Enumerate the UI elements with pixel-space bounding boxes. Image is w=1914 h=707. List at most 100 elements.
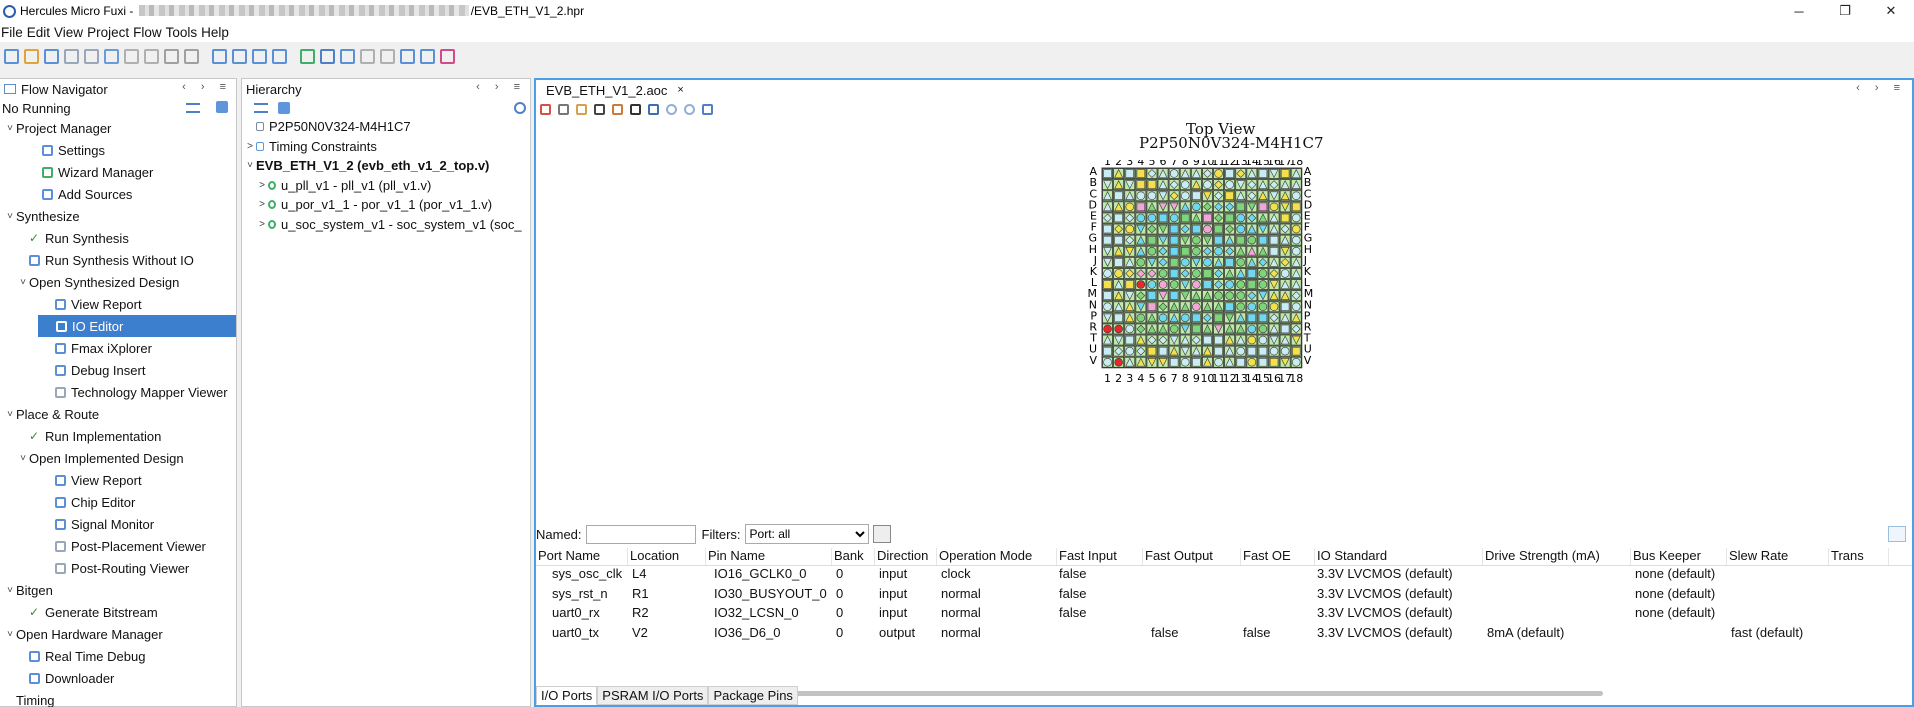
- pan-icon[interactable]: [558, 103, 569, 115]
- table-cell[interactable]: none (default): [1631, 566, 1727, 586]
- table-cell[interactable]: 8mA (default): [1483, 625, 1631, 645]
- expand-caret-icon[interactable]: ˅: [4, 123, 16, 134]
- table-cell[interactable]: 0: [832, 605, 875, 625]
- download-icon[interactable]: [420, 48, 435, 64]
- table-cell[interactable]: [1241, 605, 1315, 625]
- table-cell[interactable]: [1241, 586, 1315, 606]
- flow-item-downloader[interactable]: Downloader: [0, 667, 236, 689]
- table-cell[interactable]: IO30_BUSYOUT_0: [706, 586, 832, 606]
- panel-nav-icon[interactable]: ‹ › ≡: [476, 81, 526, 93]
- column-header-fast-input[interactable]: Fast Input: [1057, 548, 1143, 565]
- table-row[interactable]: uart0_rx R2 IO32_LCSN_0 0 input normal false 3.…: [536, 605, 1912, 625]
- info-icon[interactable]: [630, 103, 641, 115]
- table-cell[interactable]: [1143, 605, 1241, 625]
- sync-icon[interactable]: [514, 102, 526, 114]
- table-cell[interactable]: uart0_rx: [536, 605, 628, 625]
- table-cell[interactable]: input: [875, 566, 937, 586]
- close-tab-icon[interactable]: ×: [677, 84, 683, 96]
- table-cell[interactable]: [1057, 625, 1143, 645]
- table-cell[interactable]: false: [1241, 625, 1315, 645]
- flow-item-settings[interactable]: Settings: [0, 139, 236, 161]
- table-cell[interactable]: 0: [832, 586, 875, 606]
- table-cell[interactable]: [1241, 566, 1315, 586]
- table-cell[interactable]: 0: [832, 566, 875, 586]
- open-folder-icon[interactable]: [24, 48, 39, 64]
- table-cell[interactable]: [1483, 605, 1631, 625]
- hierarchy-item[interactable]: P2P50N0V324-M4H1C7: [242, 117, 530, 137]
- table-cell[interactable]: clock: [937, 566, 1057, 586]
- open-project-icon[interactable]: [44, 48, 59, 64]
- hierarchy-item[interactable]: > Timing Constraints: [242, 137, 530, 157]
- flow-item-open-hardware-manager[interactable]: ˅ Open Hardware Manager: [0, 623, 236, 645]
- menu-flow[interactable]: Flow: [132, 25, 165, 40]
- table-cell[interactable]: 3.3V LVCMOS (default): [1315, 566, 1483, 586]
- fit-icon[interactable]: [702, 103, 713, 115]
- table-cell[interactable]: [1727, 605, 1829, 625]
- column-header-fast-output[interactable]: Fast Output: [1143, 548, 1241, 565]
- flow-item-chip-editor[interactable]: Chip Editor: [0, 491, 236, 513]
- flow-item-project-manager[interactable]: ˅ Project Manager: [0, 117, 236, 139]
- flow-item-place-route[interactable]: ˅ Place & Route: [0, 403, 236, 425]
- select-icon[interactable]: [540, 103, 551, 115]
- table-row[interactable]: sys_rst_n R1 IO30_BUSYOUT_0 0 input normal fal…: [536, 586, 1912, 606]
- column-header-fast-oe[interactable]: Fast OE: [1241, 548, 1315, 565]
- table-cell[interactable]: [1829, 586, 1889, 606]
- flow-item-timing[interactable]: Timing: [0, 689, 236, 707]
- flow-item-post-placement-viewer[interactable]: Post-Placement Viewer: [0, 535, 236, 557]
- tab-io-ports[interactable]: I/O Ports: [536, 686, 598, 705]
- flow-item-debug-insert[interactable]: Debug Insert: [0, 359, 236, 381]
- filter-select[interactable]: Port: all: [744, 524, 869, 544]
- table-cell[interactable]: false: [1057, 586, 1143, 606]
- expand-caret-icon[interactable]: >: [244, 141, 256, 152]
- undo-icon[interactable]: [124, 48, 139, 64]
- hierarchy-item[interactable]: ˅ EVB_ETH_V1_2 (evb_eth_v1_2_top.v): [242, 156, 530, 176]
- table-cell[interactable]: 3.3V LVCMOS (default): [1315, 586, 1483, 606]
- flow-item-fmax-ixplorer[interactable]: Fmax iXplorer: [0, 337, 236, 359]
- chip-icon[interactable]: [252, 48, 267, 64]
- flow-item-wizard-manager[interactable]: Wizard Manager: [0, 161, 236, 183]
- column-header-bank[interactable]: Bank: [832, 548, 875, 565]
- table-cell[interactable]: 3.3V LVCMOS (default): [1315, 605, 1483, 625]
- table-cell[interactable]: normal: [937, 605, 1057, 625]
- measure-icon[interactable]: [612, 103, 623, 115]
- implement-icon[interactable]: [232, 48, 247, 64]
- flow-item-open-synthesized-design[interactable]: ˅ Open Synthesized Design: [0, 271, 236, 293]
- table-cell[interactable]: false: [1143, 625, 1241, 645]
- flow-item-real-time-debug[interactable]: Real Time Debug: [0, 645, 236, 667]
- table-cell[interactable]: uart0_tx: [536, 625, 628, 645]
- pin-grid[interactable]: 1122334455667788991010111112121313141415…: [536, 160, 1912, 460]
- expand-caret-icon[interactable]: ˅: [17, 277, 29, 288]
- column-header-operation-mode[interactable]: Operation Mode: [937, 548, 1057, 565]
- table-cell[interactable]: sys_osc_clk: [536, 566, 628, 586]
- flow-item-signal-monitor[interactable]: Signal Monitor: [0, 513, 236, 535]
- table-settings-button[interactable]: [1888, 526, 1906, 542]
- table-cell[interactable]: false: [1057, 605, 1143, 625]
- flow-item-run-synthesis[interactable]: ✓ Run Synthesis: [0, 227, 236, 249]
- column-header-slew-rate[interactable]: Slew Rate: [1727, 548, 1829, 565]
- expand-caret-icon[interactable]: ˅: [17, 453, 29, 464]
- table-cell[interactable]: R2: [628, 605, 706, 625]
- column-header-bus-keeper[interactable]: Bus Keeper: [1631, 548, 1727, 565]
- maximize-button[interactable]: ❐: [1822, 0, 1868, 22]
- table-cell[interactable]: R1: [628, 586, 706, 606]
- palette-icon[interactable]: [576, 103, 587, 115]
- collapse-all-icon[interactable]: [186, 103, 200, 113]
- flow-item-bitgen[interactable]: ˅ Bitgen: [0, 579, 236, 601]
- expand-caret-icon[interactable]: >: [256, 219, 268, 230]
- flow-item-view-report[interactable]: View Report: [0, 469, 236, 491]
- flow-item-run-synthesis-without-io[interactable]: Run Synthesis Without IO: [0, 249, 236, 271]
- table-row[interactable]: sys_osc_clk L4 IO16_GCLK0_0 0 input clock fals…: [536, 566, 1912, 586]
- table-cell[interactable]: [1631, 625, 1727, 645]
- tab-psram-io-ports[interactable]: PSRAM I/O Ports: [597, 686, 709, 705]
- named-input[interactable]: [585, 524, 696, 544]
- expand-caret-icon[interactable]: >: [256, 180, 268, 191]
- menu-project[interactable]: Project: [86, 25, 132, 40]
- io-icon[interactable]: [340, 48, 355, 64]
- new-file-icon[interactable]: [4, 48, 19, 64]
- column-header-location[interactable]: Location: [628, 548, 706, 565]
- save-icon[interactable]: [64, 48, 79, 64]
- hierarchy-item[interactable]: > u_por_v1_1 - por_v1_1 (por_v1_1.v): [242, 195, 530, 215]
- tab-package-pins[interactable]: Package Pins: [708, 686, 798, 705]
- column-header-direction[interactable]: Direction: [875, 548, 937, 565]
- table-cell[interactable]: none (default): [1631, 586, 1727, 606]
